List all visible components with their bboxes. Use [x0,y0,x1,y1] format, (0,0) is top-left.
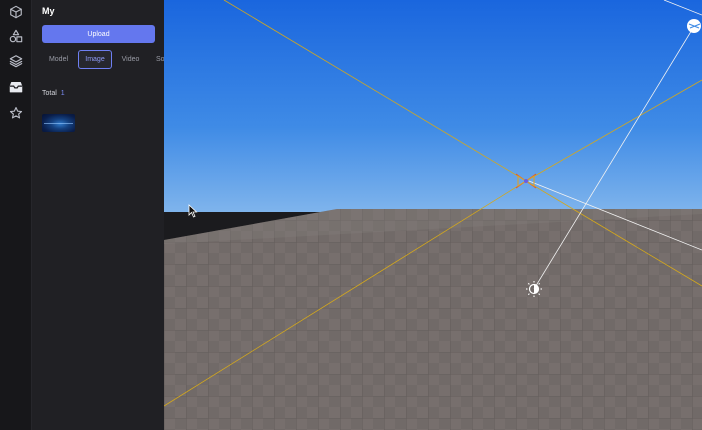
rail-layers-button[interactable] [4,50,28,72]
image-thumbnail[interactable] [42,114,75,132]
mouse-cursor-icon [188,204,198,218]
app-root: My Upload Model Image Video So Total 1 [0,0,702,430]
upload-button[interactable]: Upload [42,25,155,43]
tab-video[interactable]: Video [115,50,146,69]
archive-box-icon [9,82,23,93]
scene-canvas [164,0,702,430]
sky [164,0,702,212]
assets-panel: My Upload Model Image Video So Total 1 [32,0,164,430]
tab-sound[interactable]: So [149,50,164,69]
rail-favorites-button[interactable] [4,102,28,124]
rail-shapes-button[interactable] [4,25,28,47]
scene-viewport[interactable] [164,0,702,430]
rail-models-button[interactable] [4,1,28,23]
tab-image[interactable]: Image [78,50,112,69]
total-count-value: 1 [60,90,65,97]
asset-tabs: Model Image Video So [42,50,164,70]
total-count: Total 1 [42,90,65,97]
total-label: Total [42,90,57,97]
shapes-icon [9,29,23,43]
rail-my-assets-button[interactable] [4,76,28,98]
tab-model[interactable]: Model [42,50,75,69]
star-icon [9,107,23,119]
icon-rail [0,0,32,430]
floor-grid [164,209,702,430]
cube-icon [10,5,22,19]
directional-light-icon [687,19,701,33]
layers-icon [9,55,23,68]
panel-title: My [42,6,55,16]
